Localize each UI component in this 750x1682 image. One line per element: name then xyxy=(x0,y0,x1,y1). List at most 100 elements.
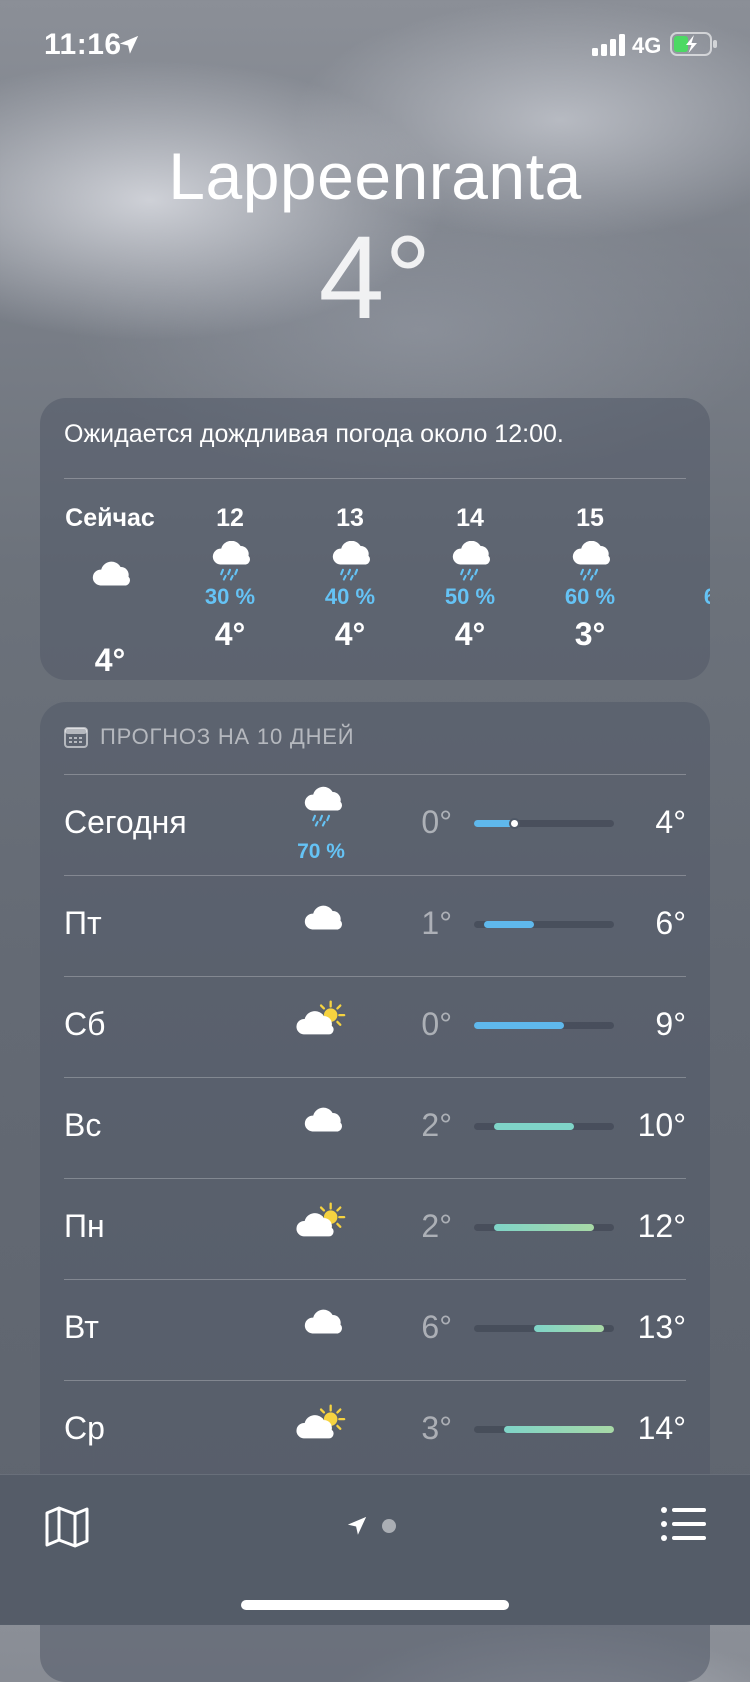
high-temperature: 13° xyxy=(637,1309,686,1345)
temperature-range-fill xyxy=(474,820,514,827)
cellular-signal-icon xyxy=(592,34,625,56)
temperature-range-fill xyxy=(494,1224,594,1231)
day-name: Пт xyxy=(64,905,102,941)
cloud-icon xyxy=(50,538,170,610)
hour-temperature: 4° xyxy=(454,616,486,652)
temperature-range-bar xyxy=(474,1325,614,1332)
rain-icon xyxy=(290,538,410,584)
location-arrow-icon xyxy=(347,1516,367,1535)
cloud-icon xyxy=(282,1099,362,1151)
precipitation-chance xyxy=(50,610,170,636)
rain-icon xyxy=(410,538,530,584)
ten-day-title: ПРОГНОЗ НА 10 ДНЕЙ xyxy=(100,724,355,749)
day-row[interactable]: Вт 6° 13° xyxy=(64,1279,686,1379)
high-temperature: 6° xyxy=(655,905,686,941)
hour-label: 12 xyxy=(216,504,244,532)
rain-icon xyxy=(282,786,362,838)
hourly-summary: Ожидается дождливая погода около 12:00. xyxy=(64,420,564,448)
high-temperature: 4° xyxy=(655,804,686,840)
hour-label: Сейчас xyxy=(65,504,155,532)
temperature-range-bar xyxy=(474,921,614,928)
map-icon[interactable] xyxy=(44,1505,90,1549)
day-name: Сегодня xyxy=(64,804,187,840)
high-temperature: 14° xyxy=(637,1410,686,1446)
hour-label xyxy=(650,504,710,538)
battery-charging-icon xyxy=(670,32,717,56)
day-name: Сб xyxy=(64,1006,106,1042)
precipitation-chance: 30 % xyxy=(204,584,256,609)
partly-sunny-icon xyxy=(282,1402,362,1454)
rain-icon xyxy=(530,538,650,584)
temperature-range-fill xyxy=(504,1426,614,1433)
weather-icon xyxy=(650,538,710,584)
hour-column: 6 xyxy=(650,504,710,616)
day-row[interactable]: Ср 3° 14° xyxy=(64,1380,686,1480)
hour-temperature: 4° xyxy=(94,642,126,678)
day-row[interactable]: Сб 0° 9° xyxy=(64,976,686,1076)
day-name: Пн xyxy=(64,1208,105,1244)
list-icon[interactable] xyxy=(660,1505,706,1543)
calendar-icon xyxy=(64,727,88,748)
precipitation-chance: 60 % xyxy=(564,584,616,609)
low-temperature: 0° xyxy=(421,804,452,840)
temperature-range-bar xyxy=(474,1426,614,1433)
hour-column: 12 30 % 4° xyxy=(170,504,290,653)
hour-column: 15 60 % 3° xyxy=(530,504,650,653)
city-name: Lappeenranta xyxy=(168,139,582,213)
divider xyxy=(64,478,686,479)
high-temperature: 10° xyxy=(637,1107,686,1143)
day-row[interactable]: Пт 1° 6° xyxy=(64,875,686,975)
low-temperature: 3° xyxy=(421,1410,452,1446)
low-temperature: 2° xyxy=(421,1208,452,1244)
temperature-range-fill xyxy=(534,1325,604,1332)
rain-icon xyxy=(170,538,290,584)
low-temperature: 0° xyxy=(421,1006,452,1042)
hour-temperature: 4° xyxy=(334,616,366,652)
low-temperature: 2° xyxy=(421,1107,452,1143)
low-temperature: 1° xyxy=(421,905,452,941)
partly-sunny-icon xyxy=(282,998,362,1050)
current-temperature-dot xyxy=(509,818,520,829)
temperature-range-bar xyxy=(474,1022,614,1029)
network-type: 4G xyxy=(632,33,662,58)
day-name: Вт xyxy=(64,1309,99,1345)
day-row[interactable]: Вс 2° 10° xyxy=(64,1077,686,1177)
temperature-range-fill xyxy=(474,1022,564,1029)
temperature-range-bar xyxy=(474,818,614,829)
hour-column: Сейчас 4° xyxy=(50,504,170,679)
current-temperature: 4° xyxy=(318,212,432,344)
high-temperature: 12° xyxy=(637,1208,686,1244)
hourly-forecast-card[interactable]: Ожидается дождливая погода около 12:00. … xyxy=(40,398,710,680)
day-row[interactable]: Сегодня 70 % 0° 4° xyxy=(64,774,686,874)
page-dot xyxy=(382,1519,396,1533)
page-indicator[interactable] xyxy=(346,1515,396,1537)
temperature-range-fill xyxy=(484,921,534,928)
status-time: 11:16 xyxy=(44,28,122,61)
day-row[interactable]: Пн 2° 12° xyxy=(64,1178,686,1278)
low-temperature: 6° xyxy=(421,1309,452,1345)
temperature-range-fill xyxy=(494,1123,574,1130)
day-name: Вс xyxy=(64,1107,102,1143)
ten-day-header: ПРОГНОЗ НА 10 ДНЕЙ xyxy=(64,724,354,750)
precipitation-chance: 6 xyxy=(650,584,710,610)
status-bar: 11:16 4G xyxy=(0,0,750,90)
precipitation-chance: 50 % xyxy=(444,584,496,609)
temperature-range-bar xyxy=(474,1224,614,1231)
hour-label: 13 xyxy=(336,504,364,532)
hour-label: 15 xyxy=(576,504,604,532)
hour-label: 14 xyxy=(456,504,484,532)
hour-temperature: 4° xyxy=(214,616,246,652)
high-temperature: 9° xyxy=(655,1006,686,1042)
precipitation-chance: 40 % xyxy=(324,584,376,609)
home-indicator xyxy=(241,1600,509,1610)
partly-sunny-icon xyxy=(282,1200,362,1252)
hour-temperature: 3° xyxy=(574,616,606,652)
hour-column: 14 50 % 4° xyxy=(410,504,530,653)
temperature-range-bar xyxy=(474,1123,614,1130)
location-services-icon xyxy=(119,35,139,54)
day-name: Ср xyxy=(64,1410,105,1446)
cloud-icon xyxy=(282,1301,362,1353)
precipitation-chance: 70 % xyxy=(297,840,345,863)
hour-column: 13 40 % 4° xyxy=(290,504,410,653)
cloud-icon xyxy=(282,897,362,949)
